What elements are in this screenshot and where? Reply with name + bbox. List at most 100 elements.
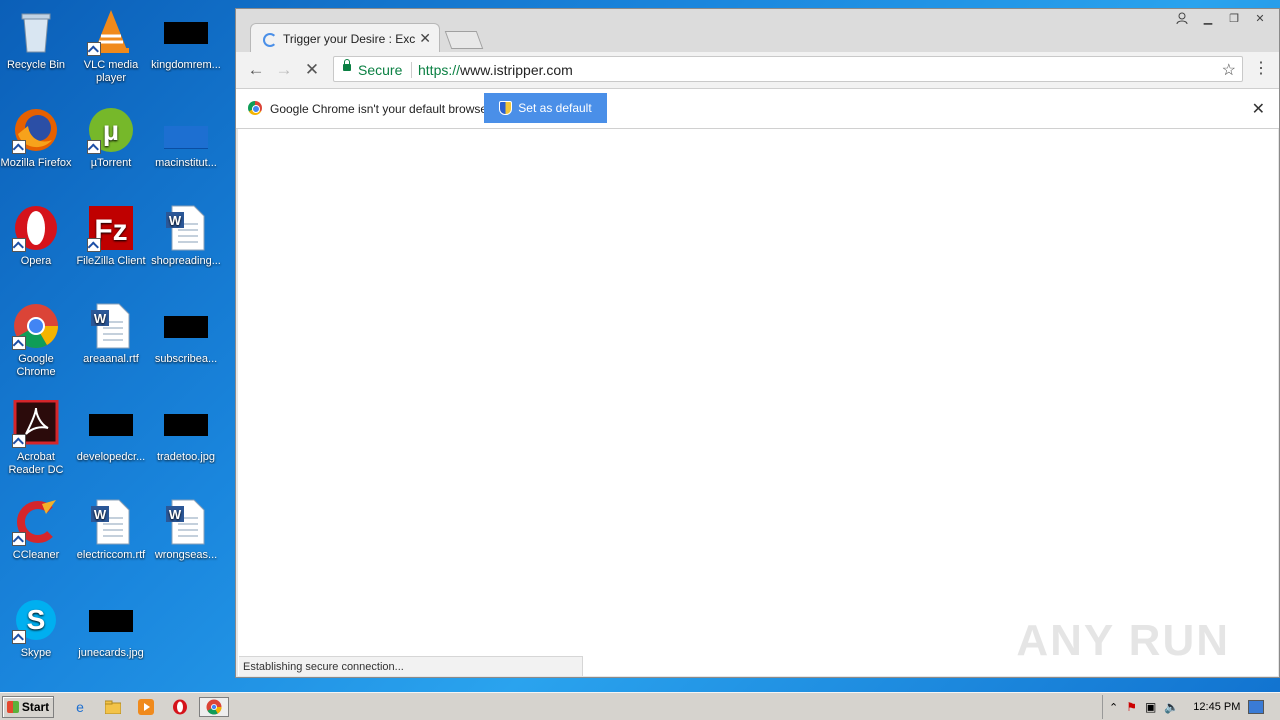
- tab-close-icon[interactable]: ✕: [419, 30, 431, 47]
- bookmark-star-icon[interactable]: ☆: [1222, 60, 1236, 80]
- redacted-file-icon: [87, 596, 135, 644]
- desktop-icon-acrobat-reader[interactable]: Acrobat Reader DC: [0, 399, 74, 477]
- desktop-icon-label: kingdomrem...: [151, 59, 221, 71]
- start-button[interactable]: Start: [2, 696, 54, 718]
- new-tab-button[interactable]: [444, 31, 484, 49]
- window-controls: ▁ ❐ ✕: [1169, 9, 1273, 27]
- desktop-icon-skype[interactable]: S Skype: [0, 596, 74, 660]
- url-text[interactable]: https://www.istripper.com: [418, 62, 573, 78]
- desktop-icon-label: Skype: [20, 647, 52, 659]
- forward-button[interactable]: →: [274, 60, 294, 80]
- minimize-button[interactable]: ▁: [1195, 9, 1221, 27]
- opera-taskbar-icon[interactable]: [170, 697, 190, 717]
- file-icon: [162, 106, 210, 154]
- desktop-icon-junecards-jpg[interactable]: junecards.jpg: [73, 596, 149, 660]
- svg-text:W: W: [169, 507, 182, 522]
- desktop: Recycle Bin Mozilla Firefox Opera Google…: [0, 0, 236, 692]
- desktop-icon-filezilla[interactable]: Fz FileZilla Client: [73, 204, 149, 268]
- profile-icon[interactable]: [1169, 9, 1195, 27]
- loading-spinner-icon: [263, 33, 277, 47]
- url-host: www.istripper.com: [460, 62, 573, 78]
- action-center-icon[interactable]: ⚑: [1126, 700, 1137, 714]
- internet-explorer-icon[interactable]: e: [70, 697, 90, 717]
- desktop-icon-macinstitut[interactable]: macinstitut...: [148, 106, 224, 170]
- word-document-icon: W: [162, 498, 210, 546]
- desktop-icon-label: µTorrent: [90, 157, 132, 169]
- filezilla-icon: Fz: [87, 204, 135, 252]
- system-tray: ⌃ ⚑ ▣ 🔈 12:45 PM: [1102, 695, 1280, 719]
- desktop-icon-label: Acrobat Reader DC: [8, 451, 64, 476]
- desktop-icon-vlc[interactable]: VLC media player: [73, 8, 149, 85]
- shortcut-arrow-icon: [87, 140, 101, 154]
- show-hidden-icons-icon[interactable]: ⌃: [1109, 701, 1118, 714]
- desktop-icon-label: CCleaner: [12, 549, 60, 561]
- uac-shield-icon: [499, 101, 513, 115]
- shortcut-arrow-icon: [87, 42, 101, 56]
- ccleaner-icon: [12, 498, 60, 546]
- desktop-icon-shopreading[interactable]: W shopreading...: [148, 204, 224, 268]
- shortcut-arrow-icon: [12, 336, 26, 350]
- desktop-icon-ccleaner[interactable]: CCleaner: [0, 498, 74, 562]
- network-icon[interactable]: ▣: [1145, 700, 1156, 714]
- browser-tab[interactable]: Trigger your Desire : Exclus ✕: [250, 23, 440, 53]
- opera-icon: [12, 204, 60, 252]
- close-window-button[interactable]: ✕: [1247, 9, 1273, 27]
- desktop-icon-label: wrongseas...: [154, 549, 218, 561]
- desktop-icon-label: Recycle Bin: [6, 59, 66, 71]
- chrome-window: Trigger your Desire : Exclus ✕ ▁ ❐ ✕ ← →…: [235, 8, 1280, 678]
- svg-text:µ: µ: [103, 115, 119, 146]
- show-desktop-icon[interactable]: [1248, 700, 1265, 714]
- word-document-icon: W: [87, 498, 135, 546]
- volume-icon[interactable]: 🔈: [1164, 700, 1179, 714]
- redacted-file-icon: [87, 400, 135, 448]
- desktop-icon-label: Google Chrome: [16, 353, 56, 378]
- desktop-icon-areaanal-rtf[interactable]: W areaanal.rtf: [73, 302, 149, 366]
- redacted-file-icon: [162, 302, 210, 350]
- desktop-icon-kingdomrem[interactable]: kingdomrem...: [148, 8, 224, 72]
- desktop-icon-subscribea[interactable]: subscribea...: [148, 302, 224, 366]
- address-bar[interactable]: Secure https://www.istripper.com ☆: [333, 56, 1243, 82]
- maximize-button[interactable]: ❐: [1221, 9, 1247, 27]
- chrome-menu-icon[interactable]: ⋮: [1253, 58, 1269, 78]
- desktop-icon-opera[interactable]: Opera: [0, 204, 74, 268]
- svg-text:W: W: [169, 213, 182, 228]
- redacted-file-icon: [162, 400, 210, 448]
- desktop-icon-wrongseas[interactable]: W wrongseas...: [148, 498, 224, 562]
- file-explorer-icon[interactable]: [103, 697, 123, 717]
- clock[interactable]: 12:45 PM: [1193, 701, 1240, 713]
- stop-loading-button[interactable]: ✕: [302, 60, 322, 80]
- chrome-icon: [12, 302, 60, 350]
- desktop-icon-label: tradetoo.jpg: [156, 451, 216, 463]
- desktop-icon-developedcr[interactable]: developedcr...: [73, 400, 149, 464]
- desktop-icon-label: FileZilla Client: [76, 255, 146, 267]
- shortcut-arrow-icon: [12, 140, 26, 154]
- infobar-close-icon[interactable]: ✕: [1252, 99, 1265, 119]
- desktop-icon-utorrent[interactable]: µ µTorrent: [73, 106, 149, 170]
- recycle-bin-icon: [12, 8, 60, 56]
- taskbar: Start e ⌃ ⚑ ▣ 🔈 12:45 PM: [0, 692, 1280, 720]
- desktop-icon-recycle-bin[interactable]: Recycle Bin: [0, 8, 74, 72]
- desktop-icon-label: Opera: [20, 255, 52, 267]
- set-as-default-button[interactable]: Set as default: [484, 93, 607, 123]
- desktop-icon-firefox[interactable]: Mozilla Firefox: [0, 106, 74, 170]
- shortcut-arrow-icon: [12, 238, 26, 252]
- back-button[interactable]: ←: [246, 60, 266, 80]
- infobar-message: Google Chrome isn't your default browser…: [270, 102, 494, 116]
- acrobat-icon: [12, 399, 60, 448]
- shortcut-arrow-icon: [12, 630, 26, 644]
- desktop-icon-google-chrome[interactable]: Google Chrome: [0, 302, 74, 379]
- shortcut-arrow-icon: [12, 532, 26, 546]
- desktop-icon-label: junecards.jpg: [78, 647, 144, 659]
- tab-title: Trigger your Desire : Exclus: [283, 32, 415, 46]
- media-player-icon[interactable]: [136, 697, 156, 717]
- desktop-icon-label: VLC media player: [83, 59, 139, 84]
- anyrun-watermark: ANY RUN: [1016, 616, 1230, 665]
- desktop-icon-electriccom-rtf[interactable]: W electriccom.rtf: [73, 498, 149, 562]
- desktop-icon-tradetoo-jpg[interactable]: tradetoo.jpg: [148, 400, 224, 464]
- chrome-logo-icon: [248, 101, 262, 115]
- secure-label: Secure: [358, 62, 403, 78]
- start-label: Start: [21, 700, 50, 714]
- desktop-icon-label: subscribea...: [154, 353, 218, 365]
- shortcut-arrow-icon: [87, 238, 101, 252]
- chrome-taskbar-button[interactable]: [199, 697, 229, 717]
